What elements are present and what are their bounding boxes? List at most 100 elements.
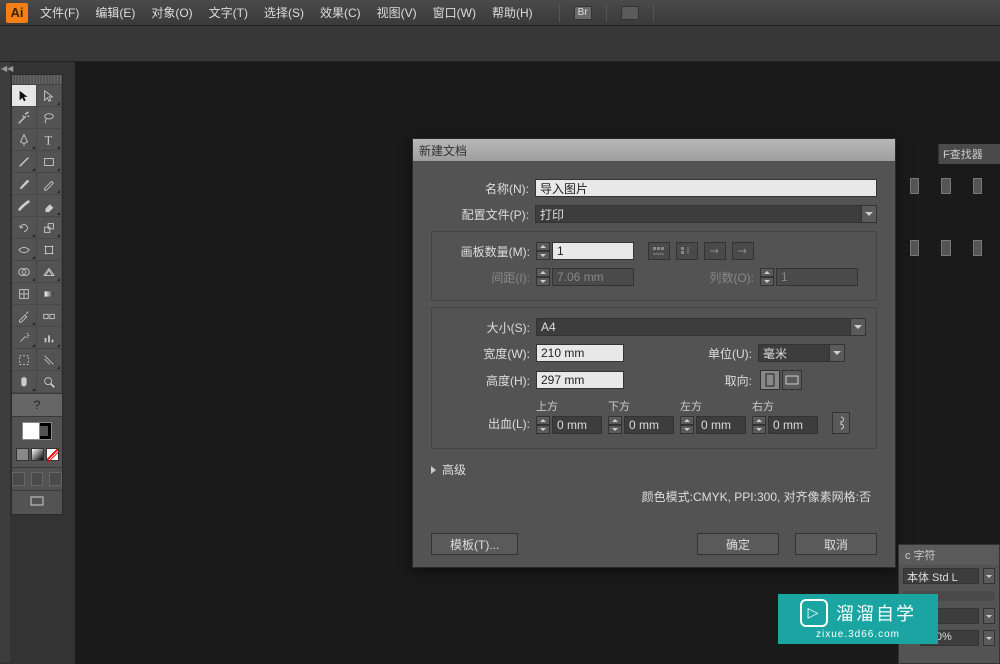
menu-edit[interactable]: 编辑(E) xyxy=(95,4,135,21)
bleed-bottom-input[interactable] xyxy=(624,416,674,434)
height-input[interactable] xyxy=(536,371,624,389)
menu-object[interactable]: 对象(O) xyxy=(151,4,192,21)
column-graph-tool[interactable] xyxy=(37,327,62,349)
rotate-tool[interactable] xyxy=(12,217,37,239)
units-select[interactable]: 毫米 xyxy=(758,344,830,362)
arrange-right-icon[interactable] xyxy=(704,242,726,260)
width-tool[interactable] xyxy=(12,239,37,261)
orientation-portrait-button[interactable] xyxy=(760,370,780,390)
distribute-center-icon[interactable] xyxy=(941,240,950,256)
expand-handle-icon[interactable]: ◀◀ xyxy=(1,64,13,73)
profile-label: 配置文件(P): xyxy=(431,206,529,223)
link-bleed-button[interactable] xyxy=(832,412,850,434)
color-mode-solid[interactable] xyxy=(16,448,29,461)
dropdown-arrow-icon[interactable] xyxy=(861,205,877,223)
type-tool[interactable]: T xyxy=(37,129,62,151)
color-mode-none[interactable] xyxy=(46,448,59,461)
bleed-label: 出血(L): xyxy=(442,415,530,432)
magic-wand-tool[interactable] xyxy=(12,107,37,129)
bleed-right-input[interactable] xyxy=(768,416,818,434)
finder-panel-tab[interactable]: F查找器 xyxy=(938,144,1000,164)
selection-tool[interactable] xyxy=(12,85,37,107)
bridge-button[interactable]: Br xyxy=(574,6,592,20)
menu-effect[interactable]: 效果(C) xyxy=(320,4,361,21)
bleed-right-spinner[interactable] xyxy=(752,416,766,434)
menu-select[interactable]: 选择(S) xyxy=(264,4,304,21)
columns-spinner xyxy=(760,268,774,286)
menu-type[interactable]: 文字(T) xyxy=(209,4,248,21)
align-right-icon[interactable] xyxy=(973,178,982,194)
lasso-tool[interactable] xyxy=(37,107,62,129)
bleed-left-input[interactable] xyxy=(696,416,746,434)
gradient-tool[interactable] xyxy=(37,283,62,305)
bleed-top-spinner[interactable] xyxy=(536,416,550,434)
rectangle-tool[interactable] xyxy=(37,151,62,173)
artboards-input[interactable] xyxy=(552,242,634,260)
grid-by-column-icon[interactable] xyxy=(676,242,698,260)
templates-button[interactable]: 模板(T)... xyxy=(431,533,518,555)
distribute-left-icon[interactable] xyxy=(910,240,919,256)
color-mode-gradient[interactable] xyxy=(31,448,44,461)
draw-inside-icon[interactable] xyxy=(49,472,62,486)
character-panel-title[interactable]: c 字符 xyxy=(899,545,999,565)
size-select[interactable]: A4 xyxy=(536,318,851,336)
shape-builder-tool[interactable] xyxy=(12,261,37,283)
menu-window[interactable]: 窗口(W) xyxy=(433,4,476,21)
font-family-select[interactable]: 本体 Std L xyxy=(903,568,979,584)
blend-tool[interactable] xyxy=(37,305,62,327)
screen-mode-button[interactable] xyxy=(12,491,62,514)
line-tool[interactable] xyxy=(12,151,37,173)
draw-normal-icon[interactable] xyxy=(12,472,25,486)
watermark-url: zixue.3d66.com xyxy=(816,629,900,640)
bleed-bottom-spinner[interactable] xyxy=(608,416,622,434)
bleed-top-input[interactable] xyxy=(552,416,602,434)
blob-brush-tool[interactable] xyxy=(12,195,37,217)
distribute-right-icon[interactable] xyxy=(973,240,982,256)
menu-file[interactable]: 文件(F) xyxy=(40,4,79,21)
dialog-title: 新建文档 xyxy=(413,139,895,161)
symbol-sprayer-tool[interactable] xyxy=(12,327,37,349)
direct-selection-tool[interactable] xyxy=(37,85,62,107)
menu-view[interactable]: 视图(V) xyxy=(377,4,417,21)
dropdown-arrow-icon[interactable] xyxy=(850,318,866,336)
name-input[interactable] xyxy=(535,179,877,197)
orientation-landscape-button[interactable] xyxy=(782,370,802,390)
menu-help[interactable]: 帮助(H) xyxy=(492,4,533,21)
ok-button[interactable]: 确定 xyxy=(697,533,779,555)
panel-grip[interactable] xyxy=(12,75,62,85)
width-input[interactable] xyxy=(536,344,624,362)
dropdown-arrow-icon[interactable] xyxy=(983,568,995,584)
advanced-toggle[interactable]: 高级 xyxy=(431,461,877,478)
align-left-icon[interactable] xyxy=(910,178,919,194)
align-center-icon[interactable] xyxy=(941,178,950,194)
mesh-tool[interactable] xyxy=(12,283,37,305)
fill-stroke-swatches[interactable] xyxy=(12,417,62,445)
cancel-button[interactable]: 取消 xyxy=(795,533,877,555)
hand-tool[interactable] xyxy=(12,371,37,393)
pen-tool[interactable] xyxy=(12,129,37,151)
slice-tool[interactable] xyxy=(37,349,62,371)
pencil-tool[interactable] xyxy=(37,173,62,195)
eraser-tool[interactable] xyxy=(37,195,62,217)
dropdown-arrow-icon[interactable] xyxy=(829,344,845,362)
dropdown-arrow-icon[interactable] xyxy=(983,630,995,646)
bleed-bottom-label: 下方 xyxy=(608,398,630,414)
perspective-grid-tool[interactable] xyxy=(37,261,62,283)
dropdown-arrow-icon[interactable] xyxy=(983,608,995,624)
eyedropper-tool[interactable] xyxy=(12,305,37,327)
artboards-spinner[interactable] xyxy=(536,242,550,260)
zoom-tool[interactable] xyxy=(37,371,62,393)
scale-tool[interactable] xyxy=(37,217,62,239)
free-transform-tool[interactable] xyxy=(37,239,62,261)
grid-by-row-icon[interactable] xyxy=(648,242,670,260)
bleed-top-label: 上方 xyxy=(536,398,558,414)
help-tool[interactable]: ? xyxy=(12,394,62,416)
arrange-down-icon[interactable] xyxy=(732,242,754,260)
paintbrush-tool[interactable] xyxy=(12,173,37,195)
profile-select[interactable]: 打印 xyxy=(535,205,862,223)
fill-swatch[interactable] xyxy=(22,422,40,440)
arrange-docs-button[interactable] xyxy=(621,6,639,20)
artboard-tool[interactable] xyxy=(12,349,37,371)
bleed-left-spinner[interactable] xyxy=(680,416,694,434)
draw-behind-icon[interactable] xyxy=(31,472,44,486)
